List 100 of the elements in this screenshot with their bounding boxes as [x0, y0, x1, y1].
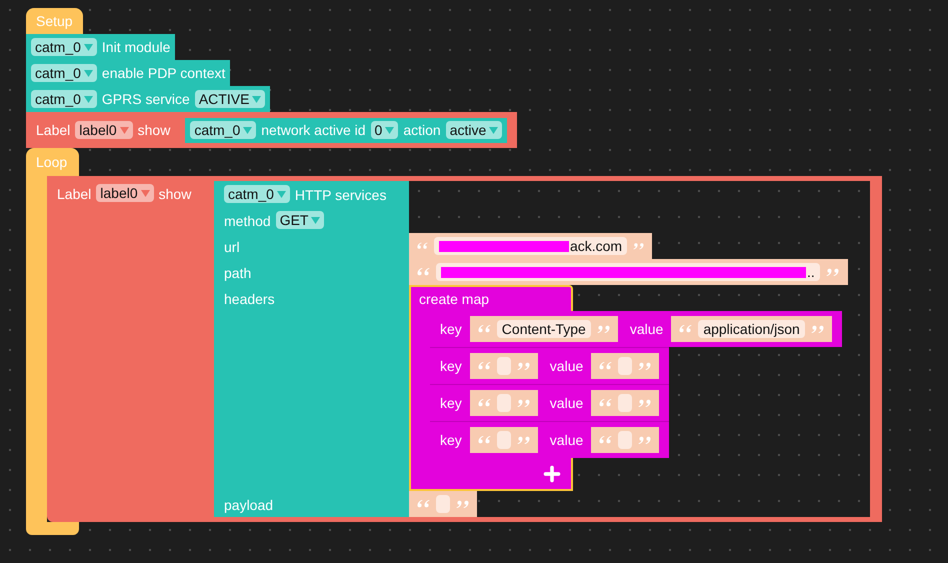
- text-field[interactable]: [496, 431, 511, 449]
- close-quote-icon: [596, 324, 610, 334]
- block-label: Label: [57, 185, 92, 204]
- value-label: value: [630, 320, 664, 338]
- value-block[interactable]: catm_0 network active id 0 action active: [185, 118, 508, 142]
- text-block[interactable]: [591, 427, 660, 453]
- text-block[interactable]: [591, 390, 660, 416]
- caret-icon: [311, 216, 320, 224]
- text-block[interactable]: [470, 390, 538, 416]
- close-quote-icon: [516, 361, 530, 371]
- close-quote-icon: [516, 435, 530, 445]
- open-quote-icon: [599, 398, 612, 408]
- open-quote-icon: [478, 435, 491, 445]
- map-entry-block[interactable]: key value: [430, 421, 670, 458]
- value-label: value: [550, 394, 584, 412]
- text-field[interactable]: [436, 495, 450, 513]
- block-label: HTTP services: [294, 186, 386, 205]
- key-label: key: [440, 394, 462, 413]
- open-quote-icon: [478, 324, 491, 334]
- close-quote-icon: [638, 435, 652, 445]
- text-field[interactable]: ..: [436, 263, 820, 281]
- dropdown[interactable]: catm_0: [31, 90, 97, 108]
- value-label: value: [550, 356, 584, 376]
- text-field[interactable]: application/json: [698, 320, 805, 338]
- text-field[interactable]: [618, 357, 632, 375]
- close-quote-icon: [633, 241, 644, 251]
- text-field[interactable]: [618, 394, 632, 412]
- key-label: key: [440, 356, 462, 376]
- map-entry-block[interactable]: key Content-Type value application/json: [430, 311, 842, 347]
- dropdown[interactable]: 0: [370, 121, 398, 139]
- module-block[interactable]: catm_0 Init module: [26, 34, 176, 60]
- text-block[interactable]: Content-Type: [470, 316, 618, 342]
- text-block[interactable]: ack.com: [409, 233, 652, 259]
- dropdown[interactable]: GET: [276, 211, 324, 229]
- module-block[interactable]: catm_0 enable PDP context: [26, 60, 230, 86]
- open-quote-icon: [417, 499, 430, 509]
- key-label: key: [440, 320, 462, 339]
- dropdown[interactable]: catm_0: [224, 185, 290, 203]
- dropdown[interactable]: catm_0: [31, 64, 97, 82]
- dropdown[interactable]: label0: [75, 121, 133, 139]
- block-label: network active id: [261, 120, 366, 140]
- close-quote-icon: [456, 499, 469, 509]
- open-quote-icon: [599, 361, 612, 371]
- caret-icon: [385, 126, 394, 134]
- field-text: ..: [807, 262, 815, 282]
- block-label: show: [138, 120, 170, 140]
- dropdown[interactable]: ACTIVE: [194, 90, 266, 108]
- input-label: method: [224, 212, 271, 231]
- dropdown[interactable]: catm_0: [190, 121, 256, 139]
- key-label: key: [440, 430, 462, 450]
- close-quote-icon: [516, 398, 530, 408]
- field-text: ack.com: [570, 236, 622, 256]
- label-block[interactable]: Label label0 show catm_0 network active id 0 action active: [26, 112, 518, 148]
- text-block[interactable]: application/json: [671, 316, 832, 342]
- caret-icon: [120, 126, 129, 134]
- caret-icon: [489, 126, 498, 134]
- label-block[interactable]: Label label0 show catm_0 HTTP services method GET url ack.com path .. headers create map key Content-Type value application/json key value key value key value payload: [47, 176, 882, 522]
- loop-bar-end: [26, 522, 79, 535]
- caret-icon: [84, 44, 93, 50]
- map-entry-block[interactable]: key value: [430, 384, 670, 421]
- block-label: Label: [36, 120, 70, 140]
- text-field[interactable]: [618, 431, 632, 449]
- close-quote-icon: [638, 361, 652, 371]
- field-text: application/json: [703, 320, 800, 339]
- dropdown[interactable]: active: [446, 121, 502, 139]
- block-label: Init module: [102, 38, 170, 56]
- open-quote-icon: [478, 361, 491, 371]
- close-quote-icon: [826, 267, 839, 277]
- text-block[interactable]: [470, 353, 538, 379]
- open-quote-icon: [679, 324, 692, 334]
- input-label: url: [224, 238, 240, 257]
- input-label: payload: [224, 496, 274, 515]
- block-label: GPRS service: [102, 90, 190, 108]
- dropdown[interactable]: label0: [96, 184, 154, 202]
- text-field[interactable]: ack.com: [434, 237, 628, 255]
- text-block[interactable]: ..: [409, 259, 848, 285]
- caret-icon: [84, 96, 93, 102]
- caret-icon: [252, 96, 262, 102]
- block-label: action: [403, 120, 441, 140]
- module-block[interactable]: catm_0 GPRS service ACTIVE: [26, 86, 270, 112]
- block-label: enable PDP context: [102, 64, 226, 82]
- text-field[interactable]: Content-Type: [496, 320, 591, 338]
- close-quote-icon: [810, 324, 824, 334]
- caret-icon: [84, 70, 93, 76]
- create-map-block[interactable]: create map: [409, 285, 573, 311]
- text-block[interactable]: [409, 491, 477, 517]
- text-block[interactable]: [470, 427, 538, 453]
- text-field[interactable]: [496, 394, 511, 412]
- text-field[interactable]: [496, 357, 511, 375]
- map-entry-block[interactable]: key value: [430, 347, 670, 384]
- caret-icon: [243, 126, 252, 134]
- caret-icon: [276, 190, 286, 198]
- open-quote-icon: [417, 267, 430, 277]
- value-label: value: [550, 430, 584, 450]
- open-quote-icon: [417, 241, 428, 251]
- open-quote-icon: [478, 398, 491, 408]
- dropdown[interactable]: catm_0: [31, 38, 97, 56]
- text-block[interactable]: [591, 353, 660, 379]
- caret-icon: [140, 190, 150, 196]
- open-quote-icon: [599, 435, 612, 445]
